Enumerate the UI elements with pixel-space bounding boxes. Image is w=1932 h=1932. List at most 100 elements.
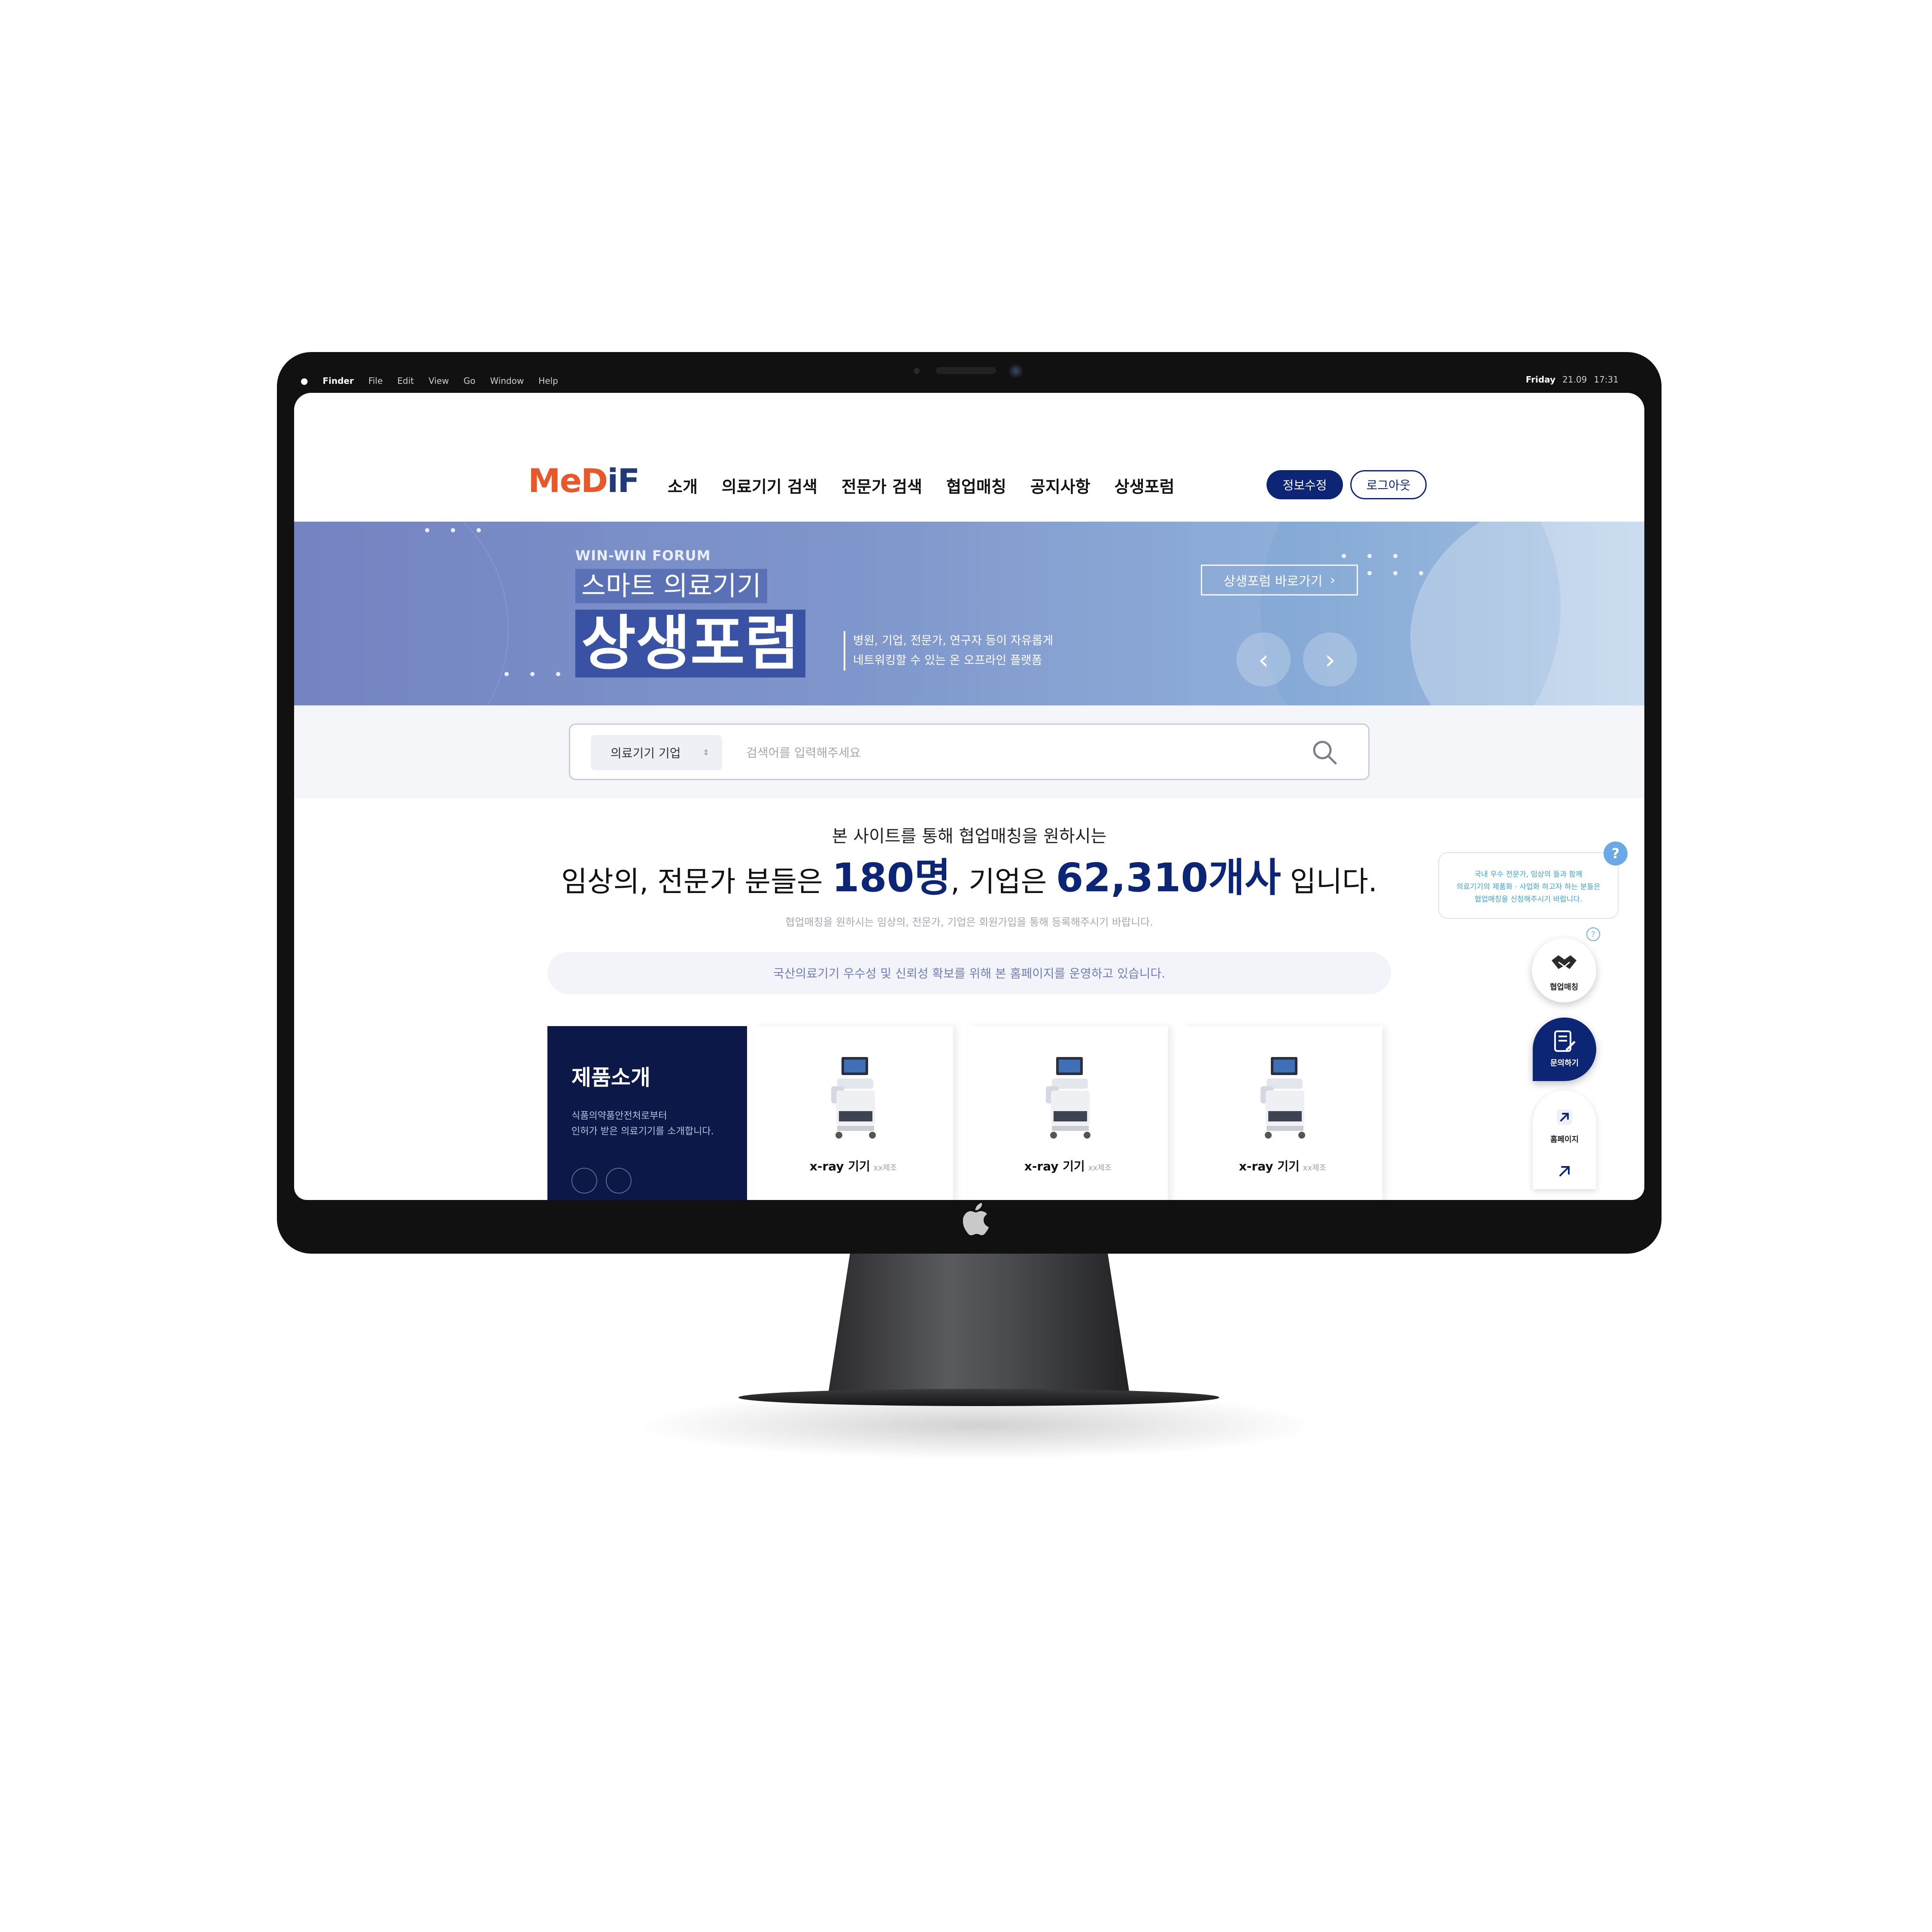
tooltip-line: 협업매칭을 신청해주시기 바랍니다.	[1474, 895, 1583, 904]
nav-device-search[interactable]: 의료기기 검색	[722, 474, 817, 497]
main-nav: 소개 의료기기 검색 전문가 검색 협업매칭 공지사항 상생포럼	[668, 474, 1174, 497]
expert-count: 180명	[832, 855, 951, 901]
menubar-window[interactable]: Window	[490, 376, 524, 386]
search-category-select[interactable]: 의료기기 기업 ⇕	[591, 735, 722, 770]
menubar-file[interactable]: File	[368, 376, 383, 386]
matching-help-icon[interactable]: ?	[1586, 927, 1600, 941]
matching-fab-button[interactable]: 협업매칭	[1532, 938, 1596, 1002]
menubar-date: 21.09	[1562, 374, 1587, 385]
ultrasound-device-image	[831, 1057, 876, 1139]
banner-prev-button[interactable]: ‹	[1236, 632, 1291, 687]
nav-matching[interactable]: 협업매칭	[946, 474, 1006, 497]
stats-text: 입니다.	[1281, 865, 1377, 898]
product-maker: xx제조	[873, 1163, 897, 1173]
product-title: x-ray 기기	[1024, 1159, 1085, 1173]
banner-dot	[1393, 554, 1397, 558]
banner-kicker: WIN-WIN FORUM	[575, 547, 711, 564]
banner-dot	[1367, 554, 1372, 558]
search-icon[interactable]	[1311, 738, 1338, 766]
banner-dot	[504, 672, 509, 676]
stats-lead: 본 사이트를 통해 협업매칭을 원하시는	[832, 826, 1107, 846]
product-card[interactable]: x-ray 기기 xx제조	[968, 1026, 1168, 1200]
product-maker: xx제조	[1303, 1163, 1327, 1173]
product-prev-button[interactable]	[571, 1168, 597, 1194]
camera-sensor	[914, 368, 920, 374]
camera-slot	[936, 367, 996, 374]
inquiry-fab-button[interactable]: 문의하기	[1533, 1018, 1596, 1081]
chevron-right-icon: ›	[1324, 644, 1336, 675]
product-intro-desc-line: 인허가 받은 의료기기를 소개합니다.	[571, 1126, 714, 1137]
nav-about[interactable]: 소개	[668, 474, 698, 497]
banner-dot	[477, 528, 481, 532]
site-logo[interactable]: MeDiF	[528, 462, 640, 500]
banner-dot	[1367, 571, 1372, 575]
banner-dot	[1342, 554, 1346, 558]
banner-dot	[530, 672, 535, 676]
menubar-clock[interactable]: Friday 21.09 17:31	[1526, 374, 1619, 385]
product-name: x-ray 기기 xx제조	[753, 1157, 953, 1174]
monitor-stand-base	[738, 1389, 1219, 1406]
handshake-icon	[1552, 955, 1577, 969]
matching-fab-label: 협업매칭	[1549, 983, 1579, 992]
logout-button[interactable]: 로그아웃	[1350, 470, 1427, 499]
banner-dot	[556, 672, 560, 676]
tooltip-line: 국내 우수 전문가, 임상의 들과 함께	[1474, 870, 1583, 879]
forum-shortcut-button[interactable]: 상생포럼 바로가기 ›	[1201, 565, 1358, 595]
menubar-help[interactable]: Help	[538, 376, 558, 386]
homepage-fab-button[interactable]: 홈페이지	[1533, 1091, 1596, 1189]
search-input[interactable]	[746, 738, 1283, 768]
nav-expert-search[interactable]: 전문가 검색	[841, 474, 922, 497]
banner-dot	[1393, 571, 1397, 575]
banner-title: 상생포럼	[575, 610, 805, 677]
search-section: 의료기기 기업 ⇕	[294, 705, 1644, 799]
menubar-edit[interactable]: Edit	[397, 376, 414, 386]
ultrasound-device-image	[1046, 1057, 1091, 1139]
nav-forum[interactable]: 상생포럼	[1115, 474, 1175, 497]
company-count: 62,310개사	[1056, 855, 1281, 901]
help-question-icon[interactable]: ?	[1604, 841, 1628, 866]
product-intro-desc-line: 식품의약품안전처로부터	[571, 1111, 667, 1121]
menubar-finder[interactable]: Finder	[322, 376, 354, 386]
matching-help-tooltip: 국내 우수 전문가, 임상의 들과 함께 의료기기의 제품화 · 사업화 하고자…	[1438, 852, 1619, 919]
logo-part1: MeD	[528, 462, 608, 500]
logo-part2: iF	[607, 462, 640, 500]
banner-desc-line: 병원, 기업, 전문가, 연구자 등이 자유롭게	[853, 634, 1054, 647]
menubar-view[interactable]: View	[428, 376, 449, 386]
site-header: MeDiF 소개 의료기기 검색 전문가 검색 협업매칭 공지사항 상생포럼 정…	[294, 393, 1644, 522]
product-intro-panel: 제품소개 식품의약품안전처로부터 인허가 받은 의료기기를 소개합니다.	[547, 1026, 747, 1200]
hero-banner: WIN-WIN FORUM 스마트 의료기기 상생포럼 병원, 기업, 전문가,…	[294, 522, 1644, 705]
search-bar: 의료기기 기업 ⇕	[569, 723, 1370, 780]
product-title: x-ray 기기	[1239, 1159, 1300, 1173]
monitor-stand	[829, 1236, 1129, 1391]
stats-text: , 기업은	[951, 865, 1056, 898]
arrow-up-right-icon	[1559, 1166, 1570, 1176]
product-intro-description: 식품의약품안전처로부터 인허가 받은 의료기기를 소개합니다.	[571, 1109, 723, 1139]
nav-notice[interactable]: 공지사항	[1030, 474, 1091, 497]
homepage-fab-label: 홈페이지	[1550, 1135, 1579, 1144]
notice-banner: 국산의료기기 우수성 및 신뢰성 확보를 위해 본 홈페이지를 운영하고 있습니…	[547, 952, 1391, 994]
banner-dot	[1419, 571, 1423, 575]
edit-profile-button[interactable]: 정보수정	[1267, 470, 1343, 499]
tooltip-line: 의료기기의 제품화 · 사업화 하고자 하는 분들은	[1456, 883, 1601, 891]
banner-decoration	[294, 522, 509, 705]
product-title: x-ray 기기	[809, 1159, 870, 1173]
menubar-go[interactable]: Go	[464, 376, 476, 386]
banner-description: 병원, 기업, 전문가, 연구자 등이 자유롭게 네트워킹할 수 있는 온 오프…	[844, 631, 1053, 671]
chevron-left-icon: ‹	[1258, 644, 1269, 675]
select-caret-icon: ⇕	[702, 748, 709, 757]
banner-next-button[interactable]: ›	[1303, 632, 1357, 687]
apple-logo-icon	[961, 1202, 995, 1236]
banner-dot	[425, 528, 429, 532]
menubar-day: Friday	[1525, 374, 1556, 385]
apple-menu-icon[interactable]: ●	[301, 376, 308, 386]
banner-dot	[451, 528, 455, 532]
external-link-icon	[1557, 1109, 1572, 1125]
product-card[interactable]: x-ray 기기 xx제조	[1183, 1026, 1382, 1200]
search-category-value: 의료기기 기업	[611, 746, 681, 760]
product-card[interactable]: x-ray 기기 xx제조	[753, 1026, 953, 1200]
product-name: x-ray 기기 xx제조	[968, 1157, 1168, 1174]
ultrasound-device-image	[1261, 1057, 1305, 1139]
banner-desc-line: 네트워킹할 수 있는 온 오프라인 플랫폼	[853, 654, 1042, 667]
product-name: x-ray 기기 xx제조	[1183, 1157, 1382, 1174]
product-next-button[interactable]	[606, 1168, 632, 1194]
